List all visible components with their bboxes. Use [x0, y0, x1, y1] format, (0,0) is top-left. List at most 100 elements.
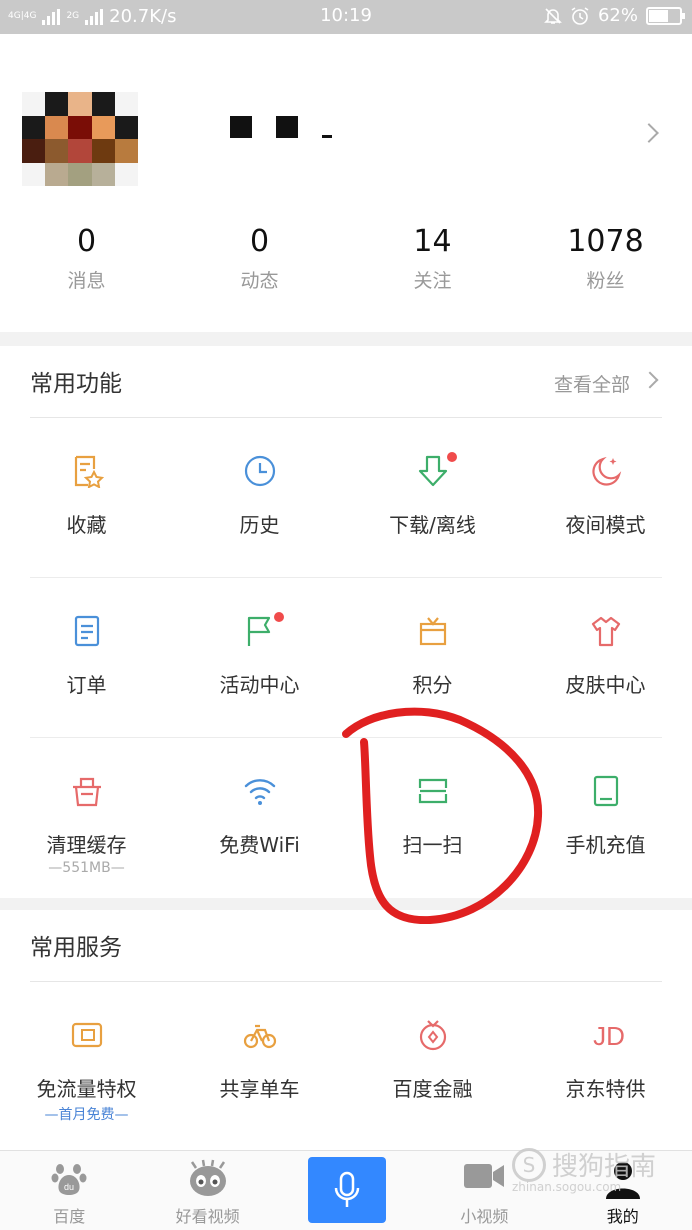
grid-row: 免流量特权 —首月免费— 共享单车 百度金融 JD 京东特供 [0, 982, 692, 1142]
wifi-icon [244, 779, 276, 805]
haokan-icon [189, 1159, 226, 1196]
functions-grid: 收藏 历史 下载/离线 夜间模式 订单 活动中心 积分 皮肤中心 清理缓存 —5… [0, 418, 692, 898]
avatar-pixel [68, 92, 92, 116]
card-header: 常用功能 查看全部 [30, 346, 662, 418]
service-label: 免流量特权 [36, 1077, 137, 1101]
tab-label: 百度 [53, 1207, 86, 1226]
func-label: 活动中心 [219, 673, 300, 697]
func-label: 下载/离线 [389, 513, 476, 537]
avatar-pixel [91, 162, 115, 186]
chevron-right-icon[interactable] [639, 123, 659, 143]
battery-fill [649, 9, 668, 22]
func-phone-recharge[interactable]: 手机充值 [519, 738, 692, 898]
gift-icon [419, 617, 447, 646]
avatar-pixel [45, 162, 69, 186]
func-activity-center[interactable]: 活动中心 [173, 578, 346, 738]
sim-card-icon [71, 1022, 103, 1048]
avatar-pixel [91, 92, 115, 116]
stat-value: 0 [249, 224, 270, 259]
tab-haokan-video[interactable]: 好看视频 [138, 1151, 276, 1230]
avatar-pixel [22, 115, 46, 139]
func-label: 免费WiFi [219, 833, 300, 857]
stat-followers[interactable]: 1078 粉丝 [519, 224, 692, 293]
profile-section[interactable]: 0 消息 0 动态 14 关注 1078 粉丝 [0, 34, 692, 332]
func-label: 订单 [66, 673, 107, 697]
watermark-logo: S 搜狗指南 [512, 1146, 656, 1183]
stat-messages[interactable]: 0 消息 [0, 224, 173, 293]
promo-text: —首月免费— [44, 1107, 129, 1123]
service-jd-special[interactable]: JD 京东特供 [519, 982, 692, 1142]
battery-icon [646, 6, 685, 25]
service-data-free[interactable]: 免流量特权 —首月免费— [0, 982, 173, 1142]
func-night-mode[interactable]: 夜间模式 [519, 418, 692, 578]
voice-search-button[interactable] [307, 1157, 386, 1223]
avatar-pixel [114, 139, 138, 163]
section-title: 常用功能 [30, 371, 122, 397]
chevron-right-icon[interactable] [641, 371, 659, 389]
avatar-pixel [68, 115, 92, 139]
alarm-icon [571, 6, 589, 25]
func-orders[interactable]: 订单 [0, 578, 173, 738]
stat-posts[interactable]: 0 动态 [173, 224, 346, 293]
avatar-pixel [22, 139, 46, 163]
grid-row: 收藏 历史 下载/离线 夜间模式 [0, 418, 692, 578]
username-redacted [230, 116, 332, 138]
jd-icon: JD [593, 1021, 625, 1051]
services-grid: 免流量特权 —首月免费— 共享单车 百度金融 JD 京东特供 [0, 982, 692, 1142]
stat-label: 动态 [240, 270, 279, 292]
battery-percent: 62% [597, 5, 638, 26]
status-bar: 4G|4G 2G 20.7K/s 10:19 62% [0, 0, 692, 34]
common-functions-card: 常用功能 查看全部 收藏 历史 下载/离线 夜间模式 订单 活动中心 积分 皮肤… [0, 346, 692, 898]
service-baidu-finance[interactable]: 百度金融 [346, 982, 519, 1142]
avatar-pixel [114, 115, 138, 139]
stat-label: 粉丝 [586, 270, 625, 292]
download-icon [418, 455, 448, 487]
stat-label: 关注 [413, 270, 452, 292]
stat-value: 14 [413, 224, 452, 259]
service-shared-bike[interactable]: 共享单车 [173, 982, 346, 1142]
scan-icon [418, 778, 448, 804]
tab-baidu[interactable]: du 百度 [0, 1151, 138, 1230]
baidu-paw-icon: du [51, 1164, 87, 1195]
func-download[interactable]: 下载/离线 [346, 418, 519, 578]
avatar-pixel [114, 92, 138, 116]
cache-size: —551MB— [48, 860, 125, 876]
order-icon [74, 615, 100, 647]
stat-value: 0 [76, 224, 97, 259]
grid-row: 清理缓存 —551MB— 免费WiFi 扫一扫 手机充值 [0, 738, 692, 898]
section-title: 常用服务 [30, 935, 122, 961]
func-label: 扫一扫 [402, 833, 463, 857]
stat-following[interactable]: 14 关注 [346, 224, 519, 293]
clean-basket-icon [73, 777, 101, 807]
avatar-pixel [22, 162, 46, 186]
shirt-icon [591, 616, 621, 647]
avatar[interactable] [22, 92, 138, 186]
clock-icon [244, 455, 276, 487]
func-label: 皮肤中心 [565, 673, 646, 697]
func-points[interactable]: 积分 [346, 578, 519, 738]
status-right: 62% [544, 5, 685, 26]
func-free-wifi[interactable]: 免费WiFi [173, 738, 346, 898]
avatar-pixel [45, 115, 69, 139]
avatar-pixel [45, 139, 69, 163]
func-skin-center[interactable]: 皮肤中心 [519, 578, 692, 738]
func-history[interactable]: 历史 [173, 418, 346, 578]
grid-row: 订单 活动中心 积分 皮肤中心 [0, 578, 692, 738]
mute-icon [544, 7, 562, 24]
func-clear-cache[interactable]: 清理缓存 —551MB— [0, 738, 173, 898]
avatar-pixel [45, 92, 69, 116]
see-all-link[interactable]: 查看全部 [554, 370, 630, 397]
notification-dot [447, 452, 457, 462]
stat-value: 1078 [567, 224, 644, 259]
avatar-pixel [68, 162, 92, 186]
video-camera-icon [464, 1164, 505, 1188]
microphone-icon [334, 1171, 360, 1207]
service-label: 京东特供 [565, 1077, 646, 1101]
func-scan[interactable]: 扫一扫 [346, 738, 519, 898]
func-label: 积分 [412, 673, 453, 697]
watermark-text: 搜狗指南 [552, 1152, 657, 1182]
avatar-pixel [91, 139, 115, 163]
func-favorites[interactable]: 收藏 [0, 418, 173, 578]
watermark: S 搜狗指南 zhinan.sogou.com [512, 1140, 682, 1200]
tab-voice[interactable] [277, 1151, 415, 1230]
